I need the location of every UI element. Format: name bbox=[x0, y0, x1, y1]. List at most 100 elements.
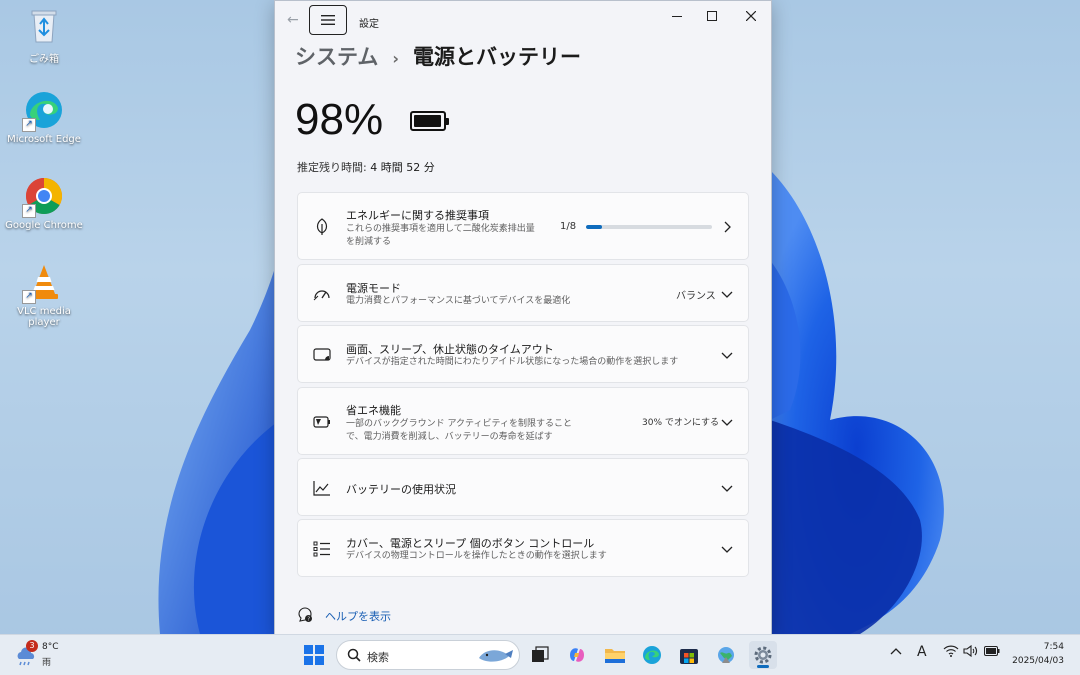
chrome-icon: ↗ bbox=[22, 176, 64, 218]
battery-icon bbox=[410, 111, 449, 131]
folder-icon bbox=[605, 649, 625, 663]
recommendations-count: 1/8 bbox=[560, 221, 577, 232]
estimated-time-value: 4 時間 52 分 bbox=[370, 161, 435, 174]
battery-percent: 98% bbox=[295, 95, 384, 144]
edge-icon: ↗ bbox=[22, 90, 64, 132]
windows-logo-icon bbox=[304, 645, 324, 665]
help-link-text[interactable]: ヘルプを表示 bbox=[325, 608, 391, 624]
taskbar-search-box[interactable]: 検索 bbox=[336, 640, 520, 670]
card-title: エネルギーに関する推奨事項 bbox=[346, 209, 489, 222]
battery-tray-icon[interactable] bbox=[984, 645, 1000, 659]
globe-app-icon bbox=[718, 647, 734, 663]
copilot-button[interactable] bbox=[563, 641, 591, 669]
weather-temp: 8°C bbox=[42, 642, 59, 652]
window-title: 設定 bbox=[359, 19, 379, 30]
desktop-icon-vlc[interactable]: ↗ VLC media player bbox=[4, 262, 84, 328]
minimize-icon bbox=[672, 16, 682, 17]
start-button[interactable] bbox=[300, 641, 328, 669]
volume-icon[interactable] bbox=[963, 644, 979, 660]
svg-text:?: ? bbox=[307, 617, 310, 623]
recommendations-progress bbox=[586, 225, 712, 229]
card-title: バッテリーの使用状況 bbox=[346, 483, 456, 496]
active-indicator bbox=[757, 665, 769, 668]
hamburger-icon bbox=[321, 15, 335, 25]
battery-saver-icon bbox=[312, 412, 332, 432]
list-icon bbox=[312, 539, 332, 559]
copilot-icon bbox=[570, 648, 584, 662]
task-view-button[interactable] bbox=[526, 641, 554, 669]
battery-saver-value[interactable]: 30% でオンにする bbox=[642, 415, 719, 428]
search-highlight-icon bbox=[479, 650, 513, 662]
desktop-icon-label: ごみ箱 bbox=[29, 54, 59, 65]
gear-icon bbox=[754, 646, 772, 664]
page-title: 電源とバッテリー bbox=[412, 45, 581, 69]
ime-indicator[interactable]: A bbox=[917, 644, 927, 660]
back-arrow-icon[interactable]: ← bbox=[287, 13, 301, 27]
breadcrumb-parent[interactable]: システム bbox=[295, 45, 378, 69]
minimize-button[interactable] bbox=[663, 7, 691, 25]
desktop-icon-label: Google Chrome bbox=[5, 220, 83, 231]
card-title: 画面、スリープ、休止状態のタイムアウト bbox=[346, 343, 554, 356]
taskbar: 3 8°C 雨 検索 A 7:54 2025/04/03 bbox=[0, 634, 1080, 675]
chevron-down-icon bbox=[720, 481, 734, 495]
chevron-up-icon bbox=[890, 648, 902, 655]
power-mode-icon bbox=[312, 284, 332, 304]
breadcrumb: システム › 電源とバッテリー bbox=[295, 41, 581, 71]
chevron-down-icon bbox=[720, 415, 734, 429]
chevron-down-icon bbox=[720, 542, 734, 556]
task-view-icon bbox=[532, 646, 549, 662]
settings-window: ← 設定 システム › 電源とバッテリー 98% 推定残り時間: 4 時間 52 分 bbox=[274, 0, 772, 636]
weather-condition: 雨 bbox=[42, 658, 52, 668]
card-power-mode[interactable]: 電源モード 電力消費とパフォーマンスに基づいてデバイスを最適化 バランス bbox=[297, 264, 749, 322]
edge-taskbar-button[interactable] bbox=[638, 641, 666, 669]
close-button[interactable] bbox=[737, 7, 765, 25]
maximize-icon bbox=[707, 11, 717, 21]
wifi-icon[interactable] bbox=[943, 645, 959, 660]
weather-badge: 3 bbox=[26, 640, 38, 652]
clock-time: 7:54 bbox=[1043, 642, 1064, 652]
show-hidden-icons-button[interactable] bbox=[890, 645, 902, 659]
chevron-right-icon bbox=[720, 220, 734, 234]
power-mode-value[interactable]: バランス bbox=[676, 287, 716, 302]
shortcut-arrow-icon: ↗ bbox=[22, 290, 36, 304]
card-title: カバー、電源とスリープ 個のボタン コントロール bbox=[346, 537, 595, 550]
desktop-icon-edge[interactable]: ↗ Microsoft Edge bbox=[4, 90, 84, 145]
card-subtitle: 電力消費とパフォーマンスに基づいてデバイスを最適化 bbox=[346, 296, 571, 306]
card-energy-recommendations[interactable]: エネルギーに関する推奨事項 これらの推奨事項を適用して二酸化炭素排出量を削減する… bbox=[297, 192, 749, 260]
card-subtitle: デバイスの物理コントロールを操作したときの動作を選択します bbox=[346, 551, 607, 561]
maps-app-button[interactable] bbox=[712, 641, 740, 669]
edge-icon bbox=[643, 646, 661, 664]
settings-taskbar-button[interactable] bbox=[749, 641, 777, 669]
card-button-controls[interactable]: カバー、電源とスリープ 個のボタン コントロール デバイスの物理コントロールを操… bbox=[297, 519, 749, 577]
shortcut-arrow-icon: ↗ bbox=[22, 118, 36, 132]
desktop-icon-recycle-bin[interactable]: ごみ箱 bbox=[4, 6, 84, 65]
weather-widget[interactable]: 3 8°C 雨 bbox=[14, 640, 74, 671]
shortcut-arrow-icon: ↗ bbox=[22, 204, 36, 218]
store-icon bbox=[680, 649, 698, 664]
card-title: 電源モード bbox=[346, 282, 401, 295]
maximize-button[interactable] bbox=[698, 7, 726, 25]
estimated-time: 推定残り時間: 4 時間 52 分 bbox=[297, 159, 435, 175]
desktop-icon-chrome[interactable]: ↗ Google Chrome bbox=[4, 176, 84, 231]
recycle-bin-icon bbox=[24, 6, 64, 46]
close-icon bbox=[746, 11, 756, 21]
battery-nub bbox=[446, 118, 449, 125]
clock[interactable]: 7:54 2025/04/03 bbox=[1012, 640, 1064, 668]
card-screen-sleep[interactable]: 画面、スリープ、休止状態のタイムアウト デバイスが指定された時間にわたりアイドル… bbox=[297, 325, 749, 383]
card-battery-saver[interactable]: 省エネ機能 一部のバックグラウンド アクティビティを制限することで、電力消費を削… bbox=[297, 387, 749, 455]
card-title: 省エネ機能 bbox=[346, 404, 401, 417]
card-subtitle: デバイスが指定された時間にわたりアイドル状態になった場合の動作を選択します bbox=[346, 357, 679, 367]
file-explorer-button[interactable] bbox=[601, 641, 629, 669]
nav-menu-button[interactable] bbox=[309, 5, 347, 35]
recommendations-progress-fill bbox=[586, 225, 602, 229]
store-button[interactable] bbox=[675, 641, 703, 669]
search-placeholder: 検索 bbox=[367, 651, 389, 664]
leaf-icon bbox=[312, 217, 332, 237]
estimated-time-label: 推定残り時間: bbox=[297, 161, 367, 174]
desktop-icon-label: Microsoft Edge bbox=[7, 134, 81, 145]
chart-line-icon bbox=[312, 478, 332, 498]
card-subtitle: これらの推奨事項を適用して二酸化炭素排出量を削減する bbox=[346, 224, 535, 247]
clock-date: 2025/04/03 bbox=[1012, 656, 1064, 666]
card-subtitle: 一部のバックグラウンド アクティビティを制限することで、電力消費を削減し、バッテ… bbox=[346, 419, 572, 442]
card-battery-usage[interactable]: バッテリーの使用状況 bbox=[297, 458, 749, 516]
